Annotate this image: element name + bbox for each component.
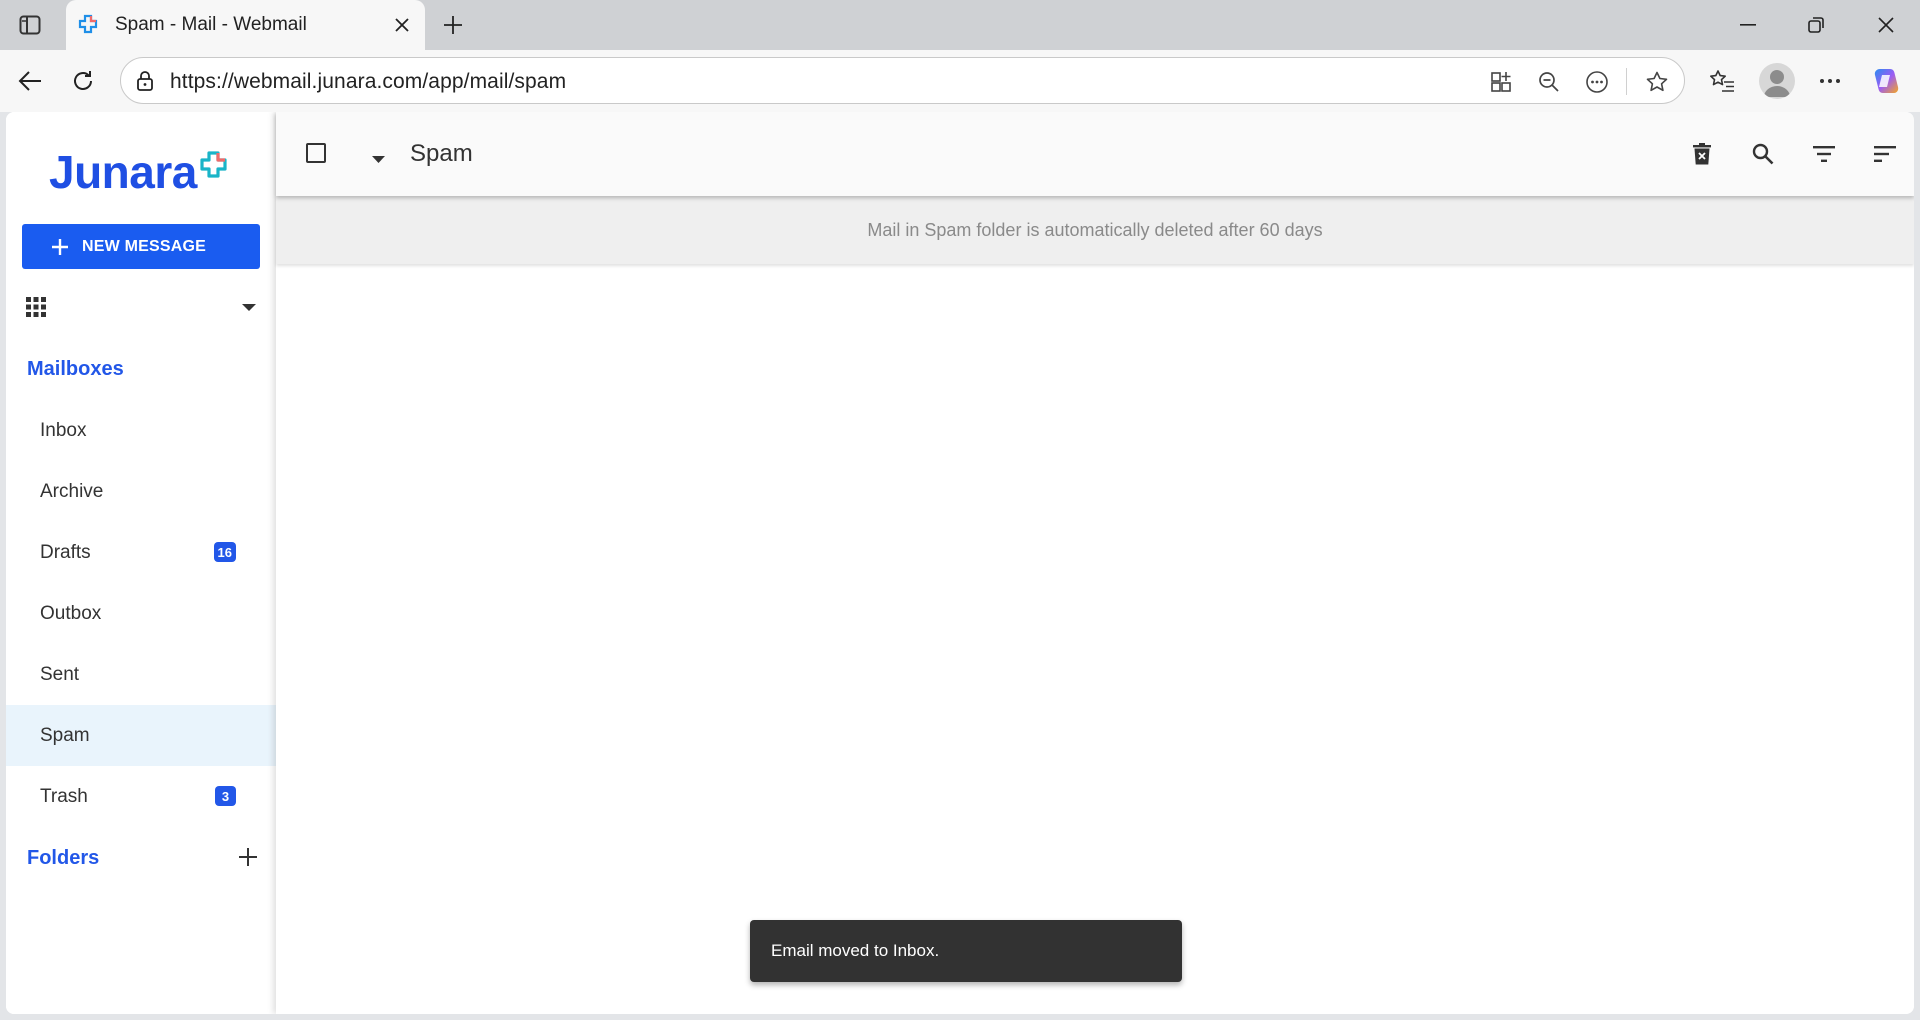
sidebar-item-drafts[interactable]: Drafts 16 xyxy=(6,522,276,583)
sidebar-item-sent[interactable]: Sent xyxy=(6,644,276,705)
back-icon[interactable] xyxy=(13,64,47,98)
copilot-icon[interactable] xyxy=(1868,63,1904,99)
new-message-label: NEW MESSAGE xyxy=(82,237,206,255)
sidebar-item-label: Spam xyxy=(40,724,90,746)
junara-logo[interactable]: Junara xyxy=(49,146,229,198)
profile-avatar[interactable] xyxy=(1759,63,1795,99)
sidebar-item-inbox[interactable]: Inbox xyxy=(6,400,276,461)
spam-retention-text: Mail in Spam folder is automatically del… xyxy=(867,219,1323,240)
mail-list-header: Spam xyxy=(276,112,1914,196)
folder-title: Spam xyxy=(410,140,473,167)
more-actions-circle-icon[interactable] xyxy=(1582,67,1612,97)
address-bar-divider xyxy=(1626,68,1627,95)
minimize-icon[interactable] xyxy=(1720,5,1776,45)
select-all-checkbox[interactable] xyxy=(306,143,326,163)
favorites-list-icon[interactable] xyxy=(1704,63,1740,99)
url-text[interactable]: https://webmail.junara.com/app/mail/spam xyxy=(170,70,566,94)
search-icon[interactable] xyxy=(1745,136,1781,172)
junara-favicon-icon xyxy=(78,14,98,34)
mail-list-pane: Spam Mail in Spam folder is automaticall… xyxy=(276,112,1914,1014)
new-tab-icon[interactable] xyxy=(438,10,468,40)
sidebar-item-label: Drafts xyxy=(40,541,91,563)
restore-icon[interactable] xyxy=(1788,5,1844,45)
sidebar-item-label: Sent xyxy=(40,663,80,685)
apps-switcher[interactable] xyxy=(26,292,256,322)
logo-text: Junara xyxy=(49,146,197,198)
drafts-count-badge: 16 xyxy=(213,542,236,562)
logo-cross-icon xyxy=(200,151,227,178)
sidebar-item-label: Archive xyxy=(40,480,104,502)
close-tab-icon[interactable] xyxy=(389,12,415,38)
mailboxes-heading[interactable]: Mailboxes xyxy=(27,358,124,381)
folders-heading[interactable]: Folders xyxy=(27,847,99,870)
lock-icon[interactable] xyxy=(135,70,155,97)
reload-icon[interactable] xyxy=(66,64,100,98)
spam-retention-notice: Mail in Spam folder is automatically del… xyxy=(276,196,1914,264)
sidebar-item-spam[interactable]: Spam xyxy=(6,705,276,766)
browser-tab-active[interactable]: Spam - Mail - Webmail xyxy=(66,0,425,52)
delete-forever-icon[interactable] xyxy=(1684,136,1720,172)
settings-more-icon[interactable] xyxy=(1812,63,1848,99)
tab-title: Spam - Mail - Webmail xyxy=(115,14,307,35)
new-message-button[interactable]: NEW MESSAGE xyxy=(22,224,260,269)
trash-count-badge: 3 xyxy=(215,786,236,806)
page-viewport: Junara NEW MESSAGE Mailboxes Inbox Archi… xyxy=(6,112,1914,1014)
sidebar-item-label: Trash xyxy=(40,785,88,807)
sidebar-item-label: Outbox xyxy=(40,602,102,624)
sort-icon[interactable] xyxy=(1867,136,1903,172)
browser-toolbar: https://webmail.junara.com/app/mail/spam xyxy=(0,50,1920,112)
sidebar-item-label: Inbox xyxy=(40,419,87,441)
sidebar-toggle-icon[interactable] xyxy=(14,9,46,41)
snackbar-message: Email moved to Inbox. xyxy=(771,941,940,960)
plus-icon xyxy=(52,238,68,255)
address-bar[interactable]: https://webmail.junara.com/app/mail/spam xyxy=(120,57,1685,104)
app-available-icon[interactable] xyxy=(1486,67,1516,97)
favorite-star-icon[interactable] xyxy=(1642,67,1672,97)
browser-tab-strip: Spam - Mail - Webmail xyxy=(0,0,1920,52)
mail-sidebar: Junara NEW MESSAGE Mailboxes Inbox Archi… xyxy=(6,112,276,1014)
apps-grid-icon[interactable] xyxy=(26,297,46,322)
snackbar-toast: Email moved to Inbox. xyxy=(750,920,1182,982)
filter-icon[interactable] xyxy=(1806,136,1842,172)
sidebar-item-outbox[interactable]: Outbox xyxy=(6,583,276,644)
chevron-down-icon[interactable] xyxy=(372,150,385,168)
close-window-icon[interactable] xyxy=(1858,5,1914,45)
chevron-down-icon[interactable] xyxy=(242,299,256,317)
zoom-out-icon[interactable] xyxy=(1534,67,1564,97)
sidebar-item-trash[interactable]: Trash 3 xyxy=(6,766,276,827)
add-folder-icon[interactable] xyxy=(236,845,260,869)
sidebar-item-archive[interactable]: Archive xyxy=(6,461,276,522)
